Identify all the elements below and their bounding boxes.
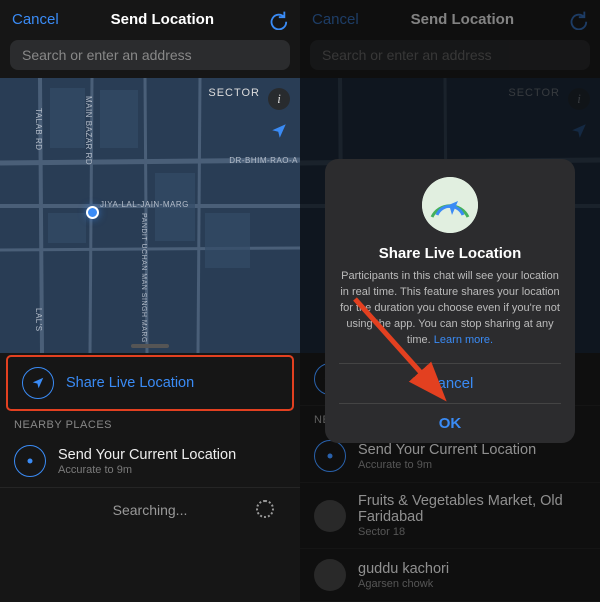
share-live-location-row[interactable]: Share Live Location: [6, 355, 294, 411]
modal-backdrop: Share Live Location Participants in this…: [300, 0, 600, 602]
map-road-label: DR-BHIM-RAO-A: [229, 156, 298, 165]
user-location-dot: [86, 206, 99, 219]
refresh-button[interactable]: [266, 8, 288, 30]
map-road-label: TALAB RD: [34, 108, 43, 151]
share-live-location-dialog: Share Live Location Participants in this…: [325, 159, 575, 443]
map-road-label: JIYA-LAL-JAIN-MARG: [100, 200, 189, 209]
map-sector-label: SECTOR: [208, 87, 260, 99]
live-location-icon: [22, 367, 54, 399]
location-list: Share Live Location NEARBY PLACES Send Y…: [0, 355, 300, 532]
dialog-buttons: Cancel OK: [339, 363, 561, 443]
dialog-cancel-button[interactable]: Cancel: [339, 364, 561, 403]
current-location-icon: [14, 445, 46, 477]
cancel-button[interactable]: Cancel: [12, 11, 59, 28]
learn-more-link[interactable]: Learn more.: [434, 334, 493, 346]
send-current-location-row[interactable]: Send Your Current Location Accurate to 9…: [0, 435, 300, 488]
map-info-button[interactable]: i: [268, 88, 290, 110]
dialog-icon: [422, 177, 478, 233]
phone-screen-left: Cancel Send Location Search or enter an …: [0, 0, 300, 602]
searching-indicator: Searching...: [0, 488, 300, 532]
nearby-places-header: NEARBY PLACES: [0, 411, 300, 435]
dialog-body: Participants in this chat will see your …: [339, 269, 561, 349]
header: Cancel Send Location: [0, 0, 300, 38]
map-road-label: MAIN BAZAR RD: [84, 96, 93, 165]
share-live-location-label: Share Live Location: [66, 375, 194, 391]
current-location-label: Send Your Current Location: [58, 447, 236, 463]
map-background: [0, 78, 300, 358]
dialog-title: Share Live Location: [339, 245, 561, 262]
map-road-label: LAL'S: [34, 308, 43, 332]
dialog-ok-button[interactable]: OK: [339, 403, 561, 443]
map-locate-button[interactable]: [268, 120, 290, 142]
drag-handle[interactable]: [131, 344, 169, 348]
map[interactable]: SECTOR DR-BHIM-RAO-A JIYA-LAL-JAIN-MARG …: [0, 78, 300, 353]
spinner-icon: [256, 500, 274, 518]
page-title: Send Location: [111, 11, 214, 28]
map-road-label: PANDIT UCHAN MAN SINGH MARG: [140, 213, 147, 343]
current-location-accuracy: Accurate to 9m: [58, 464, 236, 476]
search-input[interactable]: Search or enter an address: [10, 40, 290, 70]
